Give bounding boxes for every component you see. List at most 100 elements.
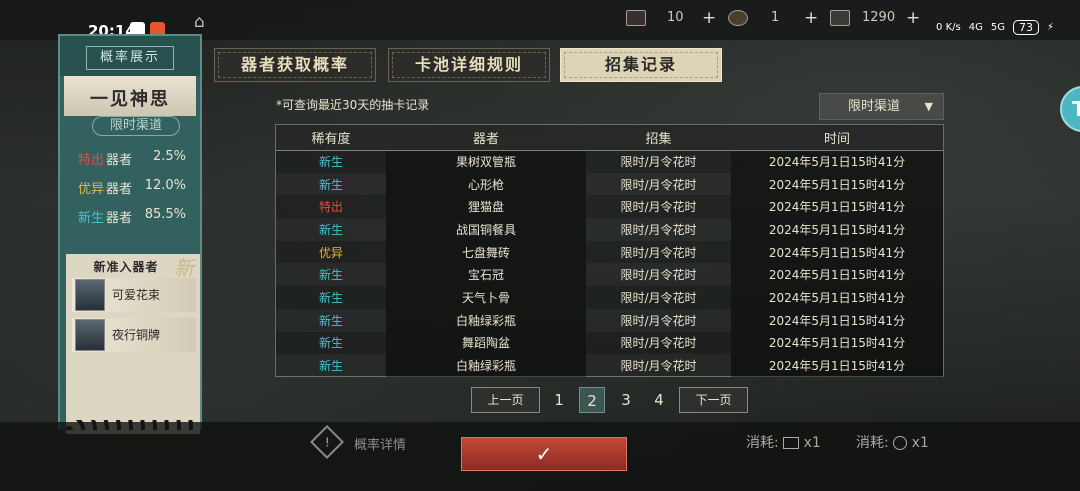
- rarity-cell: 新生: [276, 218, 386, 241]
- page-number[interactable]: 3: [613, 387, 639, 413]
- net-speed: 0 K/s: [936, 22, 961, 33]
- signal-5g-icon: 5G: [990, 22, 1005, 33]
- page-number[interactable]: 4: [646, 387, 672, 413]
- time-cell: 2024年5月1日15时41分: [731, 354, 943, 377]
- letter-ticket-icon: [626, 10, 646, 26]
- tab-probability[interactable]: 器者获取概率: [214, 48, 376, 82]
- item-cell: 狸猫盘: [386, 195, 586, 219]
- add-resource-button[interactable]: +: [702, 8, 716, 28]
- table-row: 新生 果树双管瓶 限时/月令花时 2024年5月1日15时41分: [276, 150, 943, 173]
- resource-count: 10: [667, 10, 684, 25]
- cost-amount: x1: [911, 435, 929, 451]
- rarity-noun: 器者: [106, 211, 133, 226]
- letter-ticket-icon: [783, 437, 800, 449]
- coin-icon: [893, 436, 908, 450]
- time-cell: 2024年5月1日15时41分: [731, 150, 943, 173]
- item-cell: 七盘舞砖: [386, 240, 586, 264]
- channel-cell: 限时/月令花时: [620, 200, 697, 215]
- new-items-section: 新准入器者 新 可爱花束 夜行铜牌: [66, 254, 200, 434]
- rarity-percent: 12.0%: [144, 178, 186, 193]
- rarity-label: 特出: [78, 153, 105, 168]
- channel-cell: 限时/月令花时: [620, 290, 697, 305]
- table-row: 新生 白釉绿彩瓶 限时/月令花时 2024年5月1日15时41分: [276, 308, 943, 332]
- confirm-button[interactable]: ✓: [461, 437, 627, 471]
- channel-cell: 限时/月令花时: [620, 245, 697, 260]
- rarity-cell: 特出: [318, 200, 343, 215]
- time-cell: 2024年5月1日15时41分: [731, 240, 943, 264]
- rarity-cell: 新生: [276, 354, 386, 377]
- column-header: 稀有度: [276, 125, 386, 151]
- table-row: 新生 宝石冠 限时/月令花时 2024年5月1日15时41分: [276, 263, 943, 287]
- table-row: 新生 白釉绿彩瓶 限时/月令花时 2024年5月1日15时41分: [276, 354, 943, 377]
- coin-icon: [728, 10, 748, 26]
- item-cell: 舞蹈陶盆: [386, 331, 586, 355]
- new-item-name: 可爱花束: [112, 288, 161, 302]
- avatar: [75, 319, 105, 351]
- home-icon[interactable]: ⌂: [194, 12, 205, 32]
- item-cell: 果树双管瓶: [386, 150, 586, 173]
- rarity-cell: 新生: [276, 263, 386, 287]
- scroll-icon: [830, 10, 850, 26]
- rarity-row: 特出 器者 2.5%: [78, 149, 194, 169]
- channel-cell: 限时/月令花时: [586, 354, 731, 377]
- item-cell: 白釉绿彩瓶: [386, 354, 586, 377]
- tab-record[interactable]: 招集记录: [560, 48, 722, 82]
- rarity-cell: 新生: [318, 336, 343, 351]
- item-cell: 心形枪: [386, 172, 586, 196]
- channel-cell: 限时/月令花时: [586, 263, 731, 287]
- time-cell: 2024年5月1日15时41分: [731, 331, 943, 355]
- time-cell: 2024年5月1日15时41分: [731, 263, 943, 287]
- next-page-button[interactable]: 下一页: [679, 387, 748, 413]
- add-resource-button[interactable]: +: [906, 8, 920, 28]
- tab-pool-rules[interactable]: 卡池详细规则: [388, 48, 550, 82]
- new-item[interactable]: 夜行铜牌: [72, 318, 196, 352]
- table-row: 新生 天气卜骨 限时/月令花时 2024年5月1日15时41分: [276, 286, 943, 309]
- rarity-row: 优异 器者 12.0%: [78, 178, 194, 198]
- rarity-percent: 85.5%: [144, 207, 186, 222]
- probability-panel: 概率展示 一见神思 限时渠道 特出 器者 2.5% 优异 器者 12.0% 新生…: [58, 34, 202, 434]
- new-item[interactable]: 可爱花束: [72, 278, 196, 312]
- page-number[interactable]: 1: [546, 387, 572, 413]
- item-cell: 白釉绿彩瓶: [386, 308, 586, 332]
- rarity-cell: 优异: [318, 245, 343, 260]
- signal-4g-icon: 4G: [968, 22, 983, 33]
- charging-icon: ⚡: [1046, 22, 1054, 33]
- rarity-cell: 新生: [318, 290, 343, 305]
- column-header: 时间: [731, 125, 943, 151]
- rarity-label: 新生: [78, 211, 105, 226]
- channel-cell: 限时/月令花时: [620, 155, 697, 170]
- dropdown-value: 限时渠道: [848, 99, 901, 114]
- time-cell: 2024年5月1日15时41分: [731, 218, 943, 241]
- table-row: 新生 心形枪 限时/月令花时 2024年5月1日15时41分: [276, 172, 943, 196]
- rarity-percent: 2.5%: [152, 149, 186, 164]
- item-cell: 天气卜骨: [386, 286, 586, 309]
- cost-multi: 消耗: x1: [856, 432, 929, 452]
- table-row: 新生 舞蹈陶盆 限时/月令花时 2024年5月1日15时41分: [276, 331, 943, 355]
- battery-icon: 73: [1012, 20, 1039, 35]
- rarity-cell: 新生: [276, 172, 386, 196]
- rarity-label: 优异: [78, 182, 105, 197]
- history-note: *可查询最近30天的抽卡记录: [276, 98, 430, 112]
- new-item-name: 夜行铜牌: [112, 328, 161, 342]
- channel-cell: 限时/月令花时: [620, 336, 697, 351]
- probability-details-link[interactable]: 概率详情: [354, 434, 406, 453]
- channel-cell: 限时/月令花时: [586, 308, 731, 332]
- resource-count: 1: [771, 10, 780, 25]
- add-resource-button[interactable]: +: [804, 8, 818, 28]
- cost-amount: x1: [803, 435, 821, 451]
- item-cell: 宝石冠: [386, 263, 586, 287]
- cost-label: 消耗:: [746, 435, 779, 451]
- pool-title-box: 一见神思: [64, 76, 196, 116]
- time-cell: 2024年5月1日15时41分: [731, 308, 943, 332]
- page-number-current[interactable]: 2: [579, 387, 605, 413]
- column-header: 器者: [386, 125, 586, 151]
- rarity-noun: 器者: [106, 182, 133, 197]
- cost-single: 消耗: x1: [746, 432, 821, 452]
- prev-page-button[interactable]: 上一页: [471, 387, 540, 413]
- triangle-down-icon: ▼: [924, 100, 933, 113]
- time-cell: 2024年5月1日15时41分: [731, 286, 943, 309]
- system-indicators: 0 K/s 4G 5G 73 ⚡: [936, 20, 1054, 35]
- panel-header: 概率展示: [86, 46, 174, 70]
- channel-dropdown[interactable]: 限时渠道 ▼: [819, 93, 944, 120]
- time-cell: 2024年5月1日15时41分: [731, 172, 943, 196]
